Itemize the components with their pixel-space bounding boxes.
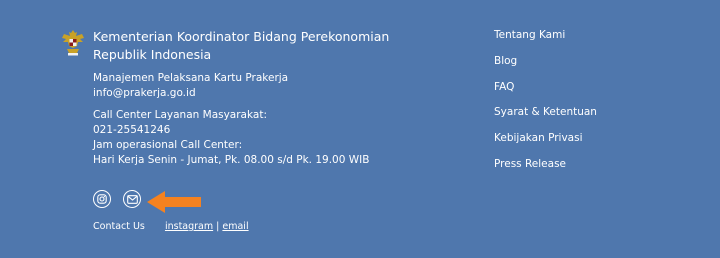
contact-separator: | xyxy=(216,221,220,232)
call-center-phone: 021-25541246 xyxy=(93,124,171,136)
management-name: Manajemen Pelaksana Kartu Prakerja xyxy=(93,72,289,84)
email-link[interactable]: email xyxy=(222,221,248,232)
instagram-link[interactable]: instagram xyxy=(165,221,213,232)
social-icons xyxy=(93,190,141,208)
instagram-icon xyxy=(97,194,107,204)
management-email: info@prakerja.go.id xyxy=(93,87,196,99)
nav-item-press-release[interactable]: Press Release xyxy=(494,157,597,183)
contact-links: Contact Us instagram | email xyxy=(93,221,249,233)
contact-label: Contact Us xyxy=(93,221,145,232)
org-title-line2: Republik Indonesia xyxy=(93,47,212,62)
orange-arrow-icon xyxy=(147,191,201,213)
org-title: Kementerian Koordinator Bidang Perekonom… xyxy=(93,28,393,64)
call-center-hours-label: Jam operasional Call Center: xyxy=(93,139,243,151)
nav-item-tentang-kami[interactable]: Tentang Kami xyxy=(494,28,597,54)
org-title-line1: Kementerian Koordinator Bidang Perekonom… xyxy=(93,29,390,44)
nav-item-syarat-ketentuan[interactable]: Syarat & Ketentuan xyxy=(494,105,597,131)
garuda-logo-icon xyxy=(60,28,86,58)
nav-item-faq[interactable]: FAQ xyxy=(494,80,597,106)
call-center-label: Call Center Layanan Masyarakat: xyxy=(93,109,267,121)
call-center-info: Call Center Layanan Masyarakat: 021-2554… xyxy=(93,108,369,168)
nav-item-blog[interactable]: Blog xyxy=(494,54,597,80)
mail-icon xyxy=(126,194,138,204)
footer-nav: Tentang Kami Blog FAQ Syarat & Ketentuan… xyxy=(494,28,597,183)
instagram-button[interactable] xyxy=(93,190,111,208)
nav-item-kebijakan-privasi[interactable]: Kebijakan Privasi xyxy=(494,131,597,157)
mail-button[interactable] xyxy=(123,190,141,208)
call-center-hours: Hari Kerja Senin - Jumat, Pk. 08.00 s/d … xyxy=(93,154,370,166)
management-info: Manajemen Pelaksana Kartu Prakerja info@… xyxy=(93,71,288,101)
